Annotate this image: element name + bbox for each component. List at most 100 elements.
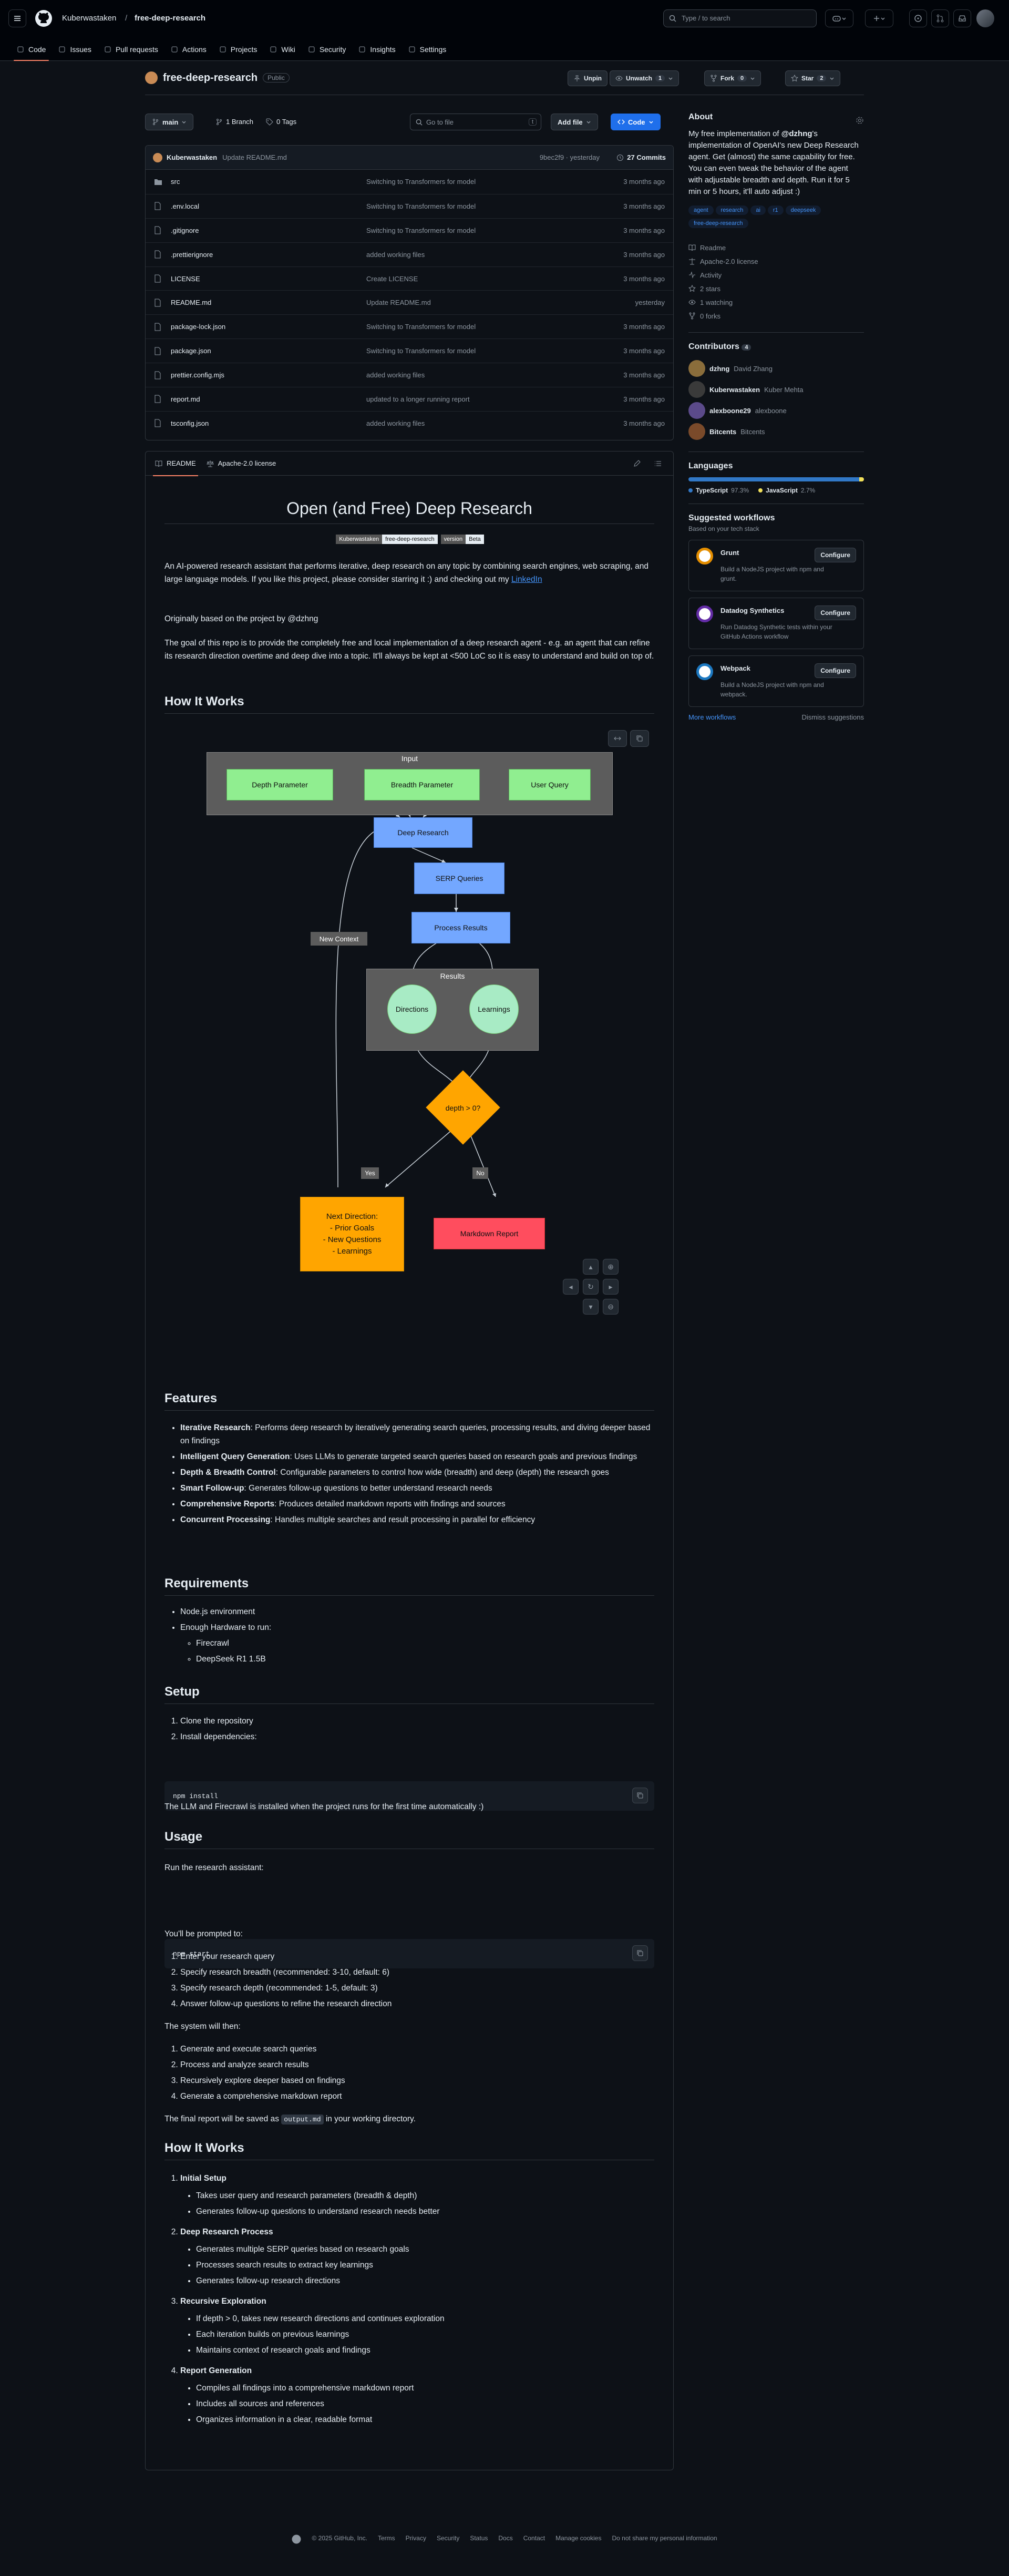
file-commit-message[interactable]: Switching to Transformers for model — [366, 347, 476, 355]
language-item[interactable]: TypeScript 97.3% — [688, 487, 749, 494]
gear-icon[interactable] — [856, 112, 864, 128]
tab-insights[interactable]: Insights — [352, 38, 401, 61]
linkedin-link[interactable]: LinkedIn — [511, 575, 542, 584]
file-row[interactable]: package-lock.json Switching to Transforme… — [146, 314, 673, 338]
user-avatar[interactable] — [976, 9, 994, 27]
file-row[interactable]: prettier.config.mjs added working files 3 … — [146, 363, 673, 387]
dismiss-suggestions-link[interactable]: Dismiss suggestions — [802, 713, 864, 721]
footer-link[interactable]: Status — [470, 2534, 488, 2544]
file-name[interactable]: .env.local — [171, 202, 199, 210]
file-row[interactable]: .prettierignore added working files 3 mont… — [146, 242, 673, 266]
file-row[interactable]: src Switching to Transformers for model 3 … — [146, 170, 673, 194]
file-commit-message[interactable]: Switching to Transformers for model — [366, 178, 476, 186]
zoom-out-button[interactable]: ⊖ — [603, 1299, 619, 1315]
footer-link[interactable]: Contact — [523, 2534, 545, 2544]
more-workflows-link[interactable]: More workflows — [688, 713, 736, 721]
topic-tag[interactable]: deepseek — [785, 206, 821, 215]
file-row[interactable]: tsconfig.json added working files 3 months… — [146, 410, 673, 435]
topic-tag[interactable]: free-deep-research — [688, 219, 748, 228]
tab-license[interactable]: Apache-2.0 license — [201, 451, 282, 476]
tab-actions[interactable]: Actions — [164, 38, 213, 61]
tab-settings[interactable]: Settings — [402, 38, 453, 61]
branches-link[interactable]: 1 Branch — [215, 118, 253, 126]
commit-author[interactable]: Kuberwastaken — [167, 153, 217, 161]
contributors-heading[interactable]: Contributors 4 — [688, 342, 864, 352]
tab-issues[interactable]: Issues — [52, 38, 97, 61]
owner-link[interactable]: Kuberwastaken — [62, 14, 116, 23]
repo-link[interactable]: free-deep-research — [135, 14, 205, 23]
outline-button[interactable] — [650, 456, 666, 471]
unpin-button[interactable]: Unpin — [568, 70, 608, 86]
commits-link[interactable]: 27 Commits — [616, 153, 666, 161]
file-commit-message[interactable]: added working files — [366, 371, 425, 379]
forks-link[interactable]: 0 forks — [688, 309, 864, 323]
repo-name[interactable]: free-deep-research — [163, 72, 258, 84]
file-row[interactable]: LICENSE Create LICENSE 3 months ago — [146, 266, 673, 291]
file-row[interactable]: .env.local Switching to Transformers for … — [146, 193, 673, 218]
file-name[interactable]: tsconfig.json — [171, 419, 209, 427]
topic-tag[interactable]: ai — [750, 206, 766, 215]
footer-link[interactable]: Security — [437, 2534, 459, 2544]
menu-button[interactable] — [8, 9, 26, 27]
tab-security[interactable]: Security — [302, 38, 353, 61]
star-button[interactable]: Star 2 — [785, 70, 841, 86]
github-logo[interactable] — [35, 9, 53, 27]
file-name[interactable]: package-lock.json — [171, 323, 225, 331]
stars-link[interactable]: 2 stars — [688, 282, 864, 295]
file-commit-message[interactable]: updated to a longer running report — [366, 395, 470, 403]
pan-down-button[interactable]: ▾ — [583, 1299, 599, 1315]
contributor[interactable]: dzhng David Zhang — [688, 358, 864, 379]
file-commit-message[interactable]: Switching to Transformers for model — [366, 202, 476, 210]
language-item[interactable]: JavaScript 2.7% — [758, 487, 815, 494]
configure-button[interactable]: Configure — [815, 548, 856, 562]
file-commit-message[interactable]: Switching to Transformers for model — [366, 227, 476, 234]
footer-link[interactable]: Terms — [378, 2534, 395, 2544]
contributor[interactable]: Bitcents Bitcents — [688, 421, 864, 442]
reset-view-button[interactable]: ↻ — [583, 1279, 599, 1295]
tab-code[interactable]: Code — [11, 38, 52, 61]
contributor[interactable]: Kuberwastaken Kuber Mehta — [688, 379, 864, 400]
file-name[interactable]: package.json — [171, 347, 211, 355]
file-name[interactable]: README.md — [171, 299, 211, 306]
tab-pull-requests[interactable]: Pull requests — [98, 38, 164, 61]
topic-tag[interactable]: research — [715, 206, 749, 215]
readme-link[interactable]: Readme — [688, 241, 864, 254]
topic-tag[interactable]: r1 — [767, 206, 784, 215]
search-input[interactable]: Type / to search — [663, 9, 817, 27]
file-commit-message[interactable]: added working files — [366, 419, 425, 427]
create-new-button[interactable] — [865, 9, 893, 27]
footer-link[interactable]: Manage cookies — [555, 2534, 601, 2544]
watching-link[interactable]: 1 watching — [688, 295, 864, 309]
repo-badge[interactable]: Kuberwastaken free-deep-research — [336, 535, 438, 544]
edit-readme-button[interactable] — [629, 456, 645, 471]
inbox-button[interactable] — [953, 9, 971, 27]
footer-link[interactable]: Privacy — [406, 2534, 426, 2544]
tab-readme[interactable]: README — [150, 451, 201, 476]
contributor[interactable]: alexboone29 alexboone — [688, 400, 864, 421]
file-name[interactable]: report.md — [171, 395, 200, 403]
configure-button[interactable]: Configure — [815, 663, 856, 678]
file-row[interactable]: package.json Switching to Transformers fo… — [146, 338, 673, 363]
branch-selector[interactable]: main — [145, 114, 194, 130]
unwatch-button[interactable]: Unwatch 1 — [610, 70, 679, 86]
footer-link[interactable]: Docs — [498, 2534, 512, 2544]
file-name[interactable]: .prettierignore — [171, 251, 213, 259]
file-row[interactable]: report.md updated to a longer running rep… — [146, 387, 673, 411]
fork-button[interactable]: Fork 0 — [704, 70, 761, 86]
add-file-button[interactable]: Add file — [551, 114, 598, 130]
commit-hash-time[interactable]: 9bec2f9 · yesterday — [540, 153, 600, 161]
file-commit-message[interactable]: Update README.md — [366, 299, 431, 306]
commit-message[interactable]: Update README.md — [222, 153, 287, 161]
tags-link[interactable]: 0 Tags — [266, 118, 296, 126]
footer-link[interactable]: Do not share my personal information — [612, 2534, 717, 2544]
owner-avatar[interactable] — [145, 71, 158, 84]
activity-link[interactable]: Activity — [688, 268, 864, 282]
mention-link[interactable]: @dzhng — [781, 129, 812, 138]
configure-button[interactable]: Configure — [815, 605, 856, 620]
tab-projects[interactable]: Projects — [213, 38, 264, 61]
topic-tag[interactable]: agent — [688, 206, 714, 215]
copilot-button[interactable] — [825, 9, 853, 27]
go-to-file-input[interactable]: Go to file t — [410, 114, 541, 130]
file-name[interactable]: prettier.config.mjs — [171, 371, 224, 379]
pull-requests-button[interactable] — [931, 9, 949, 27]
